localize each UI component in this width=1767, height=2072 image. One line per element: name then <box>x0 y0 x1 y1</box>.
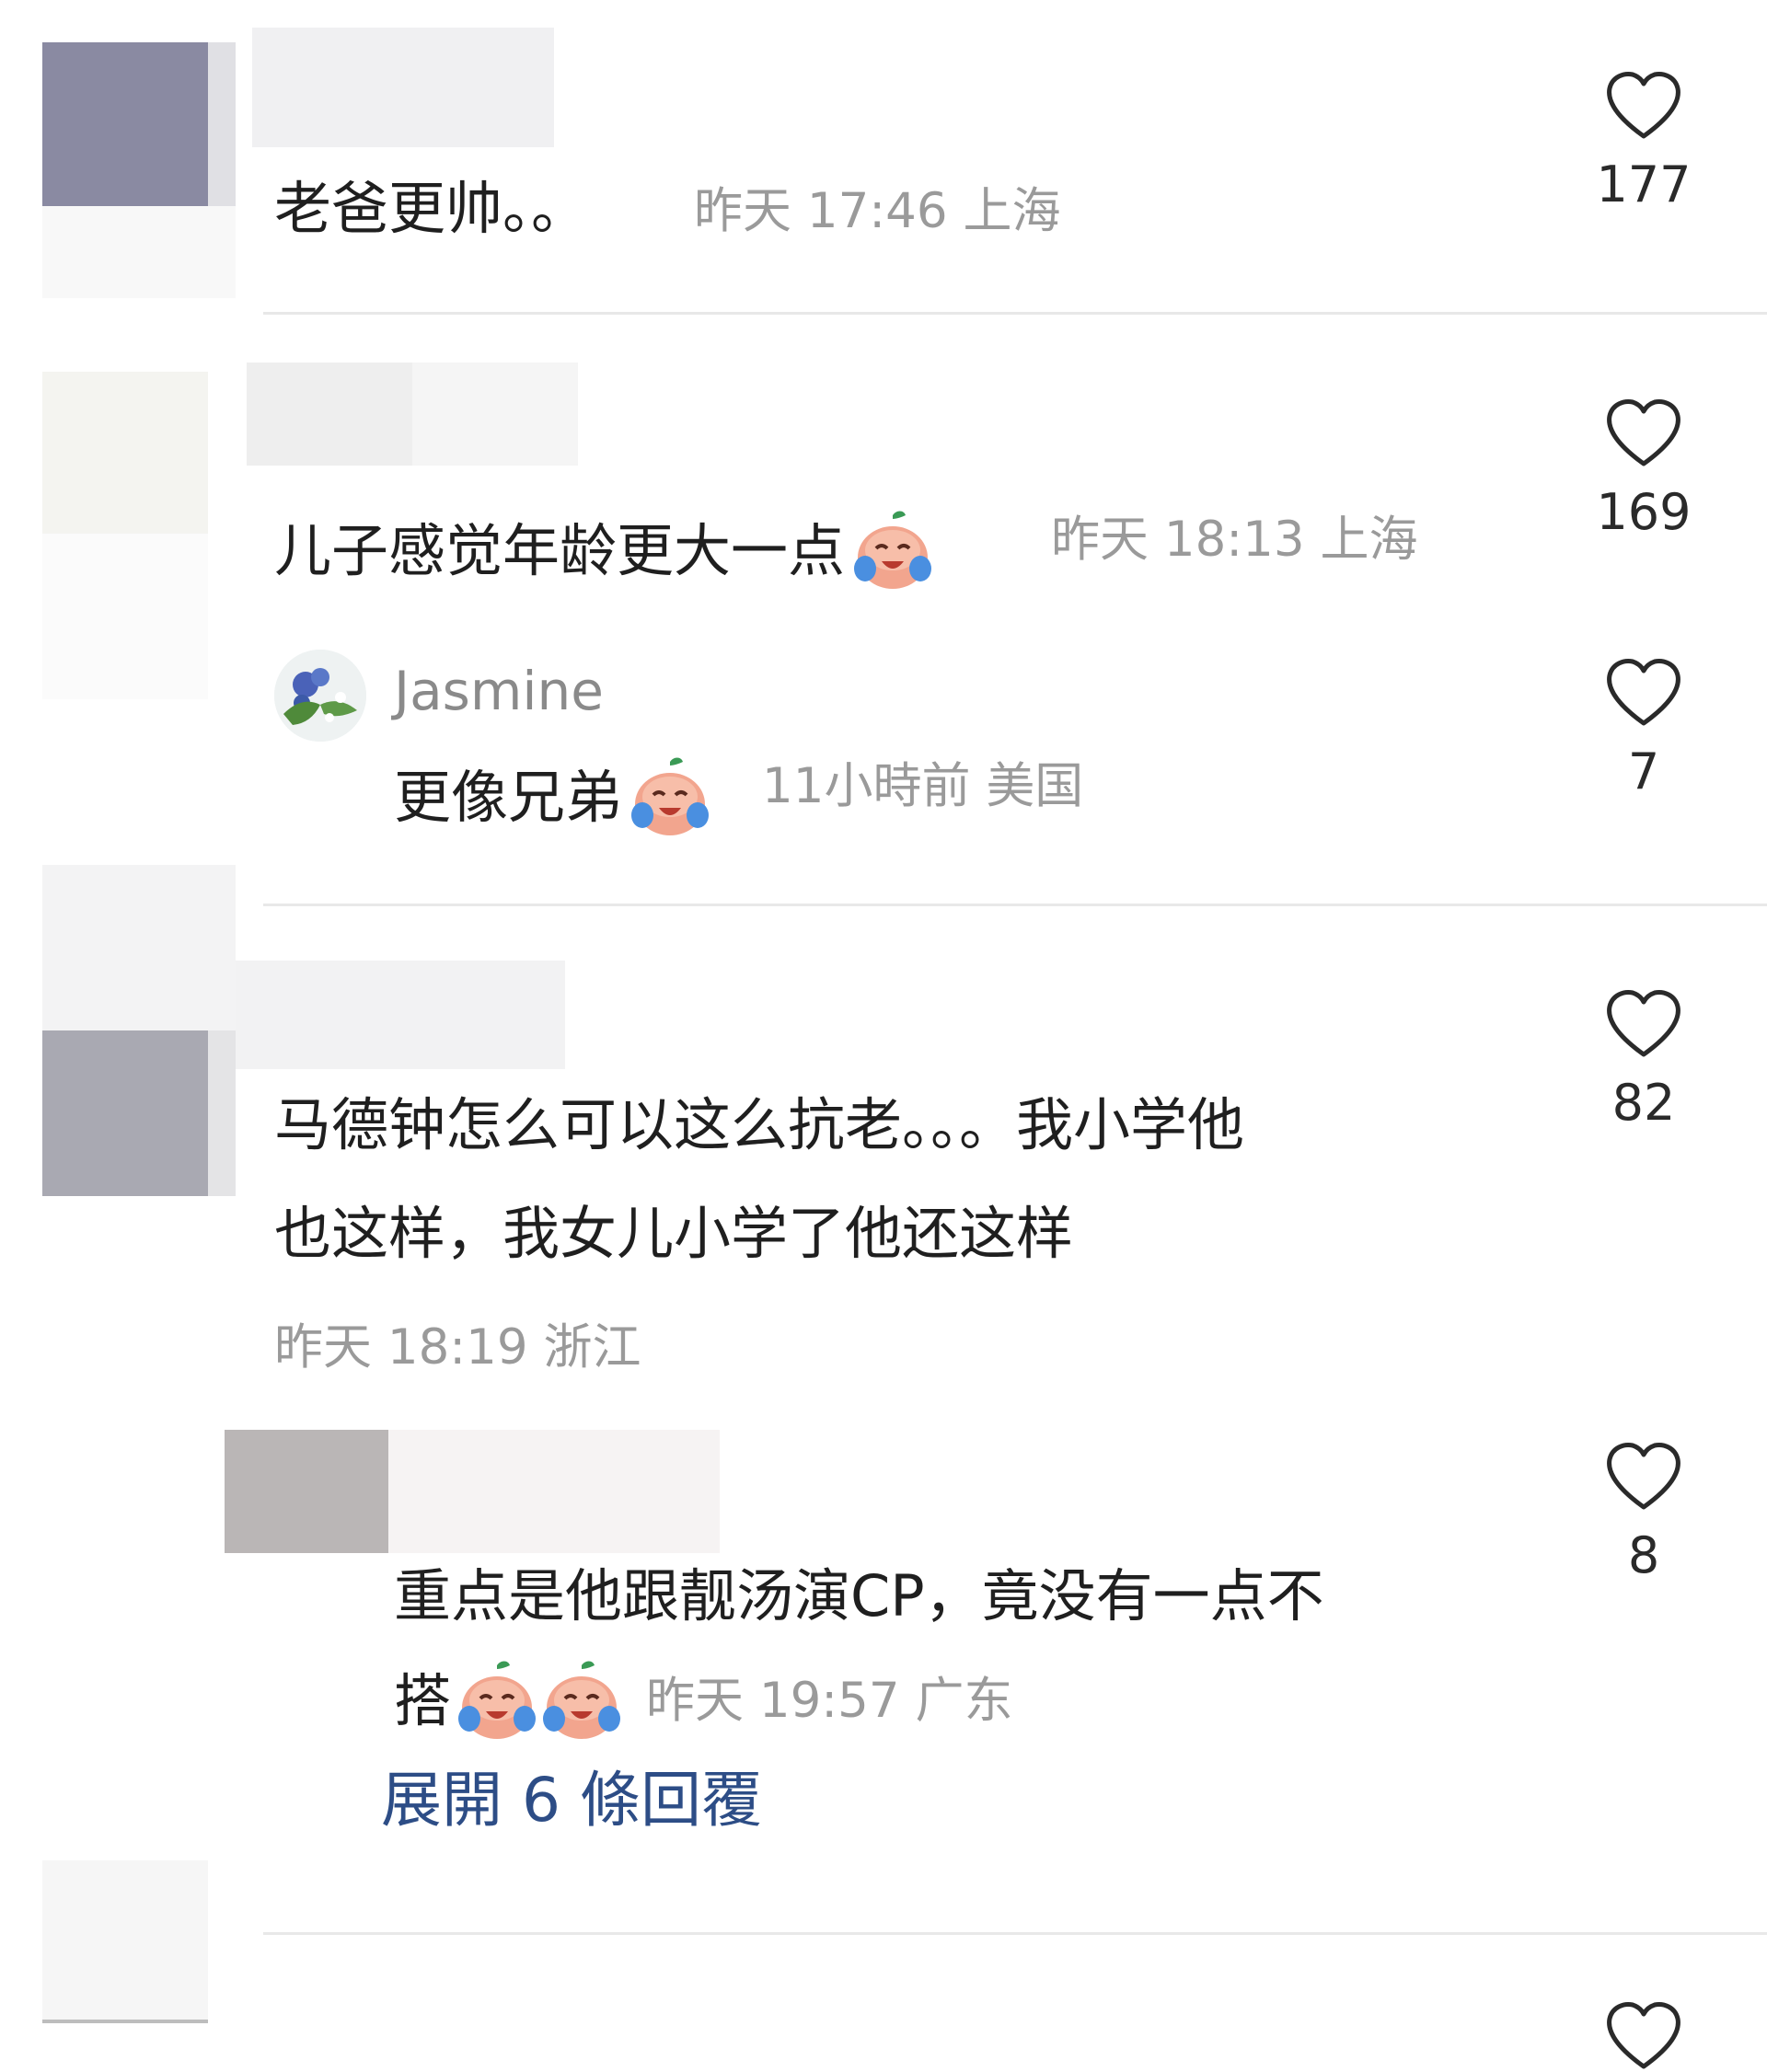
reply-text-line1: 重点是他跟靓汤演CP，竟没有一点不 <box>394 1562 1324 1629</box>
comment-text-line2: 也这样，我女儿小学了他还这样 <box>274 1200 1074 1267</box>
like-count: 8 <box>1627 1526 1660 1584</box>
heart-outline-icon <box>1607 659 1680 726</box>
comment-text-line1: 马德钟怎么可以这么抗老。。。我小学他 <box>274 1091 1245 1158</box>
comment-time: 昨天 18:19 <box>274 1319 528 1376</box>
reply-item: Jasmine 更像兄弟 11小時前 美国 <box>267 637 1767 876</box>
expand-replies-link[interactable]: 展開 6 條回覆 <box>381 1770 762 1831</box>
comment-item: 儿子感觉年龄更大一点 昨天 18:13 上海 169 Jasmine 更像兄弟 … <box>0 315 1767 904</box>
like-button[interactable]: 82 <box>1579 988 1708 1128</box>
avatar-blur-strip <box>208 42 236 206</box>
avatar[interactable] <box>42 1860 208 2023</box>
comment-meta: 昨天 18:19 浙江 <box>274 1323 641 1372</box>
username[interactable] <box>388 1430 720 1553</box>
heart-outline-icon <box>1607 1443 1680 1510</box>
reply-text: 更像兄弟 <box>394 754 712 848</box>
avatar[interactable] <box>274 650 366 742</box>
reply-location: 广东 <box>915 1673 1013 1729</box>
reply-text-line2: 搭 <box>394 1658 624 1752</box>
like-button[interactable]: 169 <box>1579 397 1708 537</box>
like-button[interactable]: 8 <box>1579 1441 1708 1581</box>
comment-item-partial <box>0 1853 1767 2069</box>
avatar[interactable] <box>42 372 208 534</box>
comment-location: 上海 <box>963 183 1061 239</box>
reply-author[interactable]: Jasmine <box>394 664 604 718</box>
heart-outline-icon <box>1607 72 1680 139</box>
flower-photo-icon <box>274 650 366 742</box>
avatar-blur-upper <box>42 865 236 1030</box>
like-count: 82 <box>1611 1074 1676 1132</box>
username[interactable] <box>247 363 412 466</box>
avatar-blur-lower <box>42 534 208 699</box>
like-count: 7 <box>1627 742 1660 800</box>
like-button[interactable]: 177 <box>1579 70 1708 210</box>
like-button[interactable]: 7 <box>1579 657 1708 797</box>
comment-text: 儿子感觉年龄更大一点 <box>274 508 935 602</box>
like-count: 169 <box>1596 483 1692 541</box>
username-blur-right <box>412 363 578 466</box>
comment-location: 上海 <box>1320 512 1418 568</box>
comment-meta: 昨天 18:13 上海 <box>1051 515 1417 564</box>
avatar-blur-lower <box>42 206 236 298</box>
username[interactable] <box>252 28 554 147</box>
avatar-blur-bottom <box>42 2020 208 2023</box>
comment-time: 昨天 18:13 <box>1051 512 1305 568</box>
comment-time: 昨天 17:46 <box>694 183 948 239</box>
heart-outline-icon <box>1607 2002 1680 2069</box>
comment-location: 浙江 <box>543 1319 641 1376</box>
reply-item: 重点是他跟靓汤演CP，竟没有一点不 搭 昨天 19:57 广东 8 展開 6 條… <box>0 1428 1767 1833</box>
username[interactable] <box>236 961 565 1069</box>
comment-text: 老爸更帅。。 <box>274 175 589 242</box>
avatar[interactable] <box>225 1430 388 1553</box>
heart-outline-icon <box>1607 990 1680 1057</box>
reply-location: 美国 <box>986 758 1084 814</box>
reply-meta: 11小時前 美国 <box>762 762 1083 811</box>
reply-time: 11小時前 <box>762 758 971 814</box>
heart-outline-icon <box>1607 399 1680 466</box>
reply-time: 昨天 19:57 <box>646 1673 900 1729</box>
avatar[interactable] <box>42 42 208 206</box>
like-button[interactable] <box>1579 2000 1708 2072</box>
crying-laughing-peach-emoji <box>850 508 935 602</box>
crying-laughing-peach-emoji <box>539 1658 624 1752</box>
comment-item: 老爸更帅。。 昨天 17:46 上海 177 <box>0 0 1767 313</box>
reply-meta: 昨天 19:57 广东 <box>646 1676 1012 1725</box>
crying-laughing-peach-emoji <box>628 754 712 848</box>
like-count: 177 <box>1596 155 1692 213</box>
avatar[interactable] <box>42 1030 208 1196</box>
crying-laughing-peach-emoji <box>455 1658 539 1752</box>
comment-item: 马德钟怎么可以这么抗老。。。我小学他 也这样，我女儿小学了他还这样 昨天 18:… <box>0 865 1767 1932</box>
avatar-blur-strip <box>208 1030 236 1196</box>
comment-meta: 昨天 17:46 上海 <box>694 187 1060 236</box>
